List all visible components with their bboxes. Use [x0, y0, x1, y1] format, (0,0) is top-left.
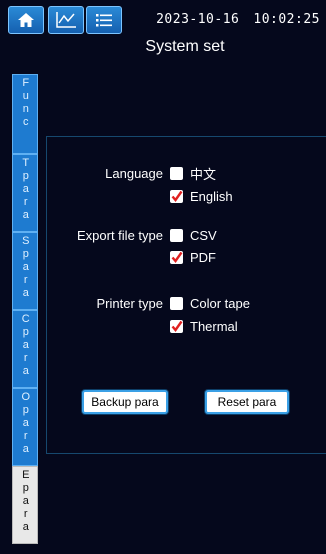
date-display: 2023-10-16: [156, 12, 240, 27]
tab-label: Opara: [19, 391, 32, 456]
export-option-pdf[interactable]: PDF: [170, 249, 216, 265]
option-label: Color tape: [190, 295, 250, 311]
home-button[interactable]: [8, 6, 44, 34]
printer-row-2: Thermal: [0, 318, 326, 336]
time-display: 10:02:25: [253, 12, 320, 27]
language-row: Language 中文: [0, 165, 326, 183]
checkmark-icon: [171, 320, 182, 332]
export-row: Export file type CSV: [0, 227, 326, 245]
checkbox-checked[interactable]: [170, 250, 183, 264]
tab-epara[interactable]: Epara: [12, 466, 38, 544]
checkbox-checked[interactable]: [170, 189, 183, 203]
language-option-english[interactable]: English: [170, 188, 233, 204]
option-label: 中文: [190, 166, 217, 182]
option-label: CSV: [190, 227, 217, 243]
printer-option-color-tape[interactable]: Color tape: [170, 295, 250, 311]
export-row-2: PDF: [0, 249, 326, 267]
tab-label: Func: [19, 77, 32, 129]
printer-label: Printer type: [96, 296, 163, 311]
option-label: Thermal: [190, 318, 238, 334]
checkbox[interactable]: [170, 296, 183, 310]
export-label: Export file type: [77, 228, 163, 243]
list-button[interactable]: [86, 6, 122, 34]
trend-chart-icon: [56, 12, 76, 28]
checkmark-icon: [171, 190, 182, 202]
date-time: 2023-10-16 10:02:25: [156, 12, 320, 27]
reset-para-button[interactable]: Reset para: [205, 390, 289, 414]
export-option-csv[interactable]: CSV: [170, 227, 217, 243]
home-icon: [18, 13, 34, 27]
option-label: PDF: [190, 249, 216, 265]
trend-button[interactable]: [48, 6, 84, 34]
tab-opara[interactable]: Opara: [12, 388, 38, 466]
tab-label: Epara: [19, 469, 32, 534]
printer-option-thermal[interactable]: Thermal: [170, 318, 238, 334]
checkmark-icon: [171, 251, 182, 263]
printer-row: Printer type Color tape: [0, 295, 326, 313]
checkbox[interactable]: [170, 166, 183, 180]
language-option-chinese[interactable]: 中文: [170, 165, 217, 182]
tab-func[interactable]: Func: [12, 74, 38, 154]
top-bar: 2023-10-16 10:02:25: [0, 0, 326, 36]
page-title: System set: [145, 38, 225, 55]
list-icon: [96, 14, 112, 27]
option-label: English: [190, 188, 233, 204]
language-row-2: English: [0, 188, 326, 206]
checkbox-checked[interactable]: [170, 319, 183, 333]
language-label: Language: [105, 166, 163, 181]
checkbox[interactable]: [170, 228, 183, 242]
backup-para-button[interactable]: Backup para: [82, 390, 168, 414]
